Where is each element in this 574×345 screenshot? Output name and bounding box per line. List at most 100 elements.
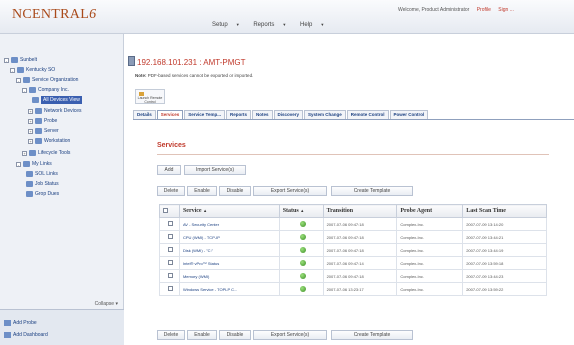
- tree-item-workstation[interactable]: + Workstation: [28, 137, 70, 145]
- probe-agent-cell: Complex-Inc.: [396, 282, 464, 296]
- service-name-link[interactable]: Disk (WMI) - "C:": [178, 243, 280, 257]
- link-icon: [26, 171, 33, 177]
- row-checkbox[interactable]: [168, 234, 174, 239]
- tree-item-grop-dues[interactable]: Grop Dues: [26, 190, 59, 198]
- expand-icon[interactable]: -: [10, 67, 15, 73]
- nav-setup[interactable]: Setup ▼: [212, 22, 246, 28]
- probe-icon: [4, 320, 11, 326]
- tab-system-change[interactable]: System Change: [304, 110, 346, 119]
- collapse-button[interactable]: Collapse ▾: [95, 301, 118, 307]
- expand-icon[interactable]: -: [4, 57, 9, 63]
- table-row[interactable]: Windows Service - TOPLP C... 2007-07-06 …: [159, 282, 547, 296]
- tab-services[interactable]: Services: [156, 110, 184, 119]
- row-checkbox[interactable]: [168, 260, 174, 265]
- tree-item-service-organization[interactable]: - Service Organization: [16, 76, 78, 84]
- service-name-link[interactable]: Memory (WMI): [178, 269, 280, 283]
- services-heading: Services: [157, 142, 186, 149]
- table-row[interactable]: AV - Security Center 2007-07-06 09:47:18…: [159, 217, 547, 231]
- column-last-scan-time[interactable]: Last Scan Time: [462, 204, 547, 218]
- expand-icon[interactable]: +: [28, 128, 33, 134]
- server-icon: [35, 128, 42, 134]
- tab-details[interactable]: Details: [133, 110, 156, 119]
- last-scan-cell: 2007-07-09 13:44:21: [462, 230, 547, 244]
- status-cell: [278, 243, 324, 257]
- tab-service-templates[interactable]: Service Temp...: [184, 110, 225, 119]
- devices-icon: [32, 97, 39, 103]
- probe-agent-cell: Complex-Inc.: [396, 269, 464, 283]
- status-ok-icon: [299, 246, 306, 253]
- status-ok-icon: [299, 285, 306, 292]
- nav-reports[interactable]: Reports ▼: [253, 22, 292, 28]
- expand-icon[interactable]: -: [16, 77, 21, 83]
- sidebar-bottom-panel: Collapse ▾ Add Probe Add Dashboard: [0, 301, 124, 345]
- expand-icon[interactable]: +: [28, 118, 33, 124]
- export-services-button-bottom[interactable]: Export Service(s): [253, 330, 327, 340]
- tree-item-all-devices-view[interactable]: All Devices View: [32, 96, 82, 104]
- expand-icon[interactable]: -: [16, 161, 21, 167]
- server-icon: [128, 56, 135, 66]
- add-button[interactable]: Add: [157, 165, 181, 175]
- expand-icon[interactable]: +: [28, 138, 33, 144]
- main-content: 192.168.101.231 : AMT-PMGT Note: PDF-bas…: [125, 34, 574, 345]
- tree-item-probe[interactable]: + Probe: [28, 117, 57, 125]
- profile-link[interactable]: Profile: [477, 7, 491, 13]
- transition-cell: 2007-07-06 09:47:18: [322, 217, 398, 231]
- expand-icon[interactable]: +: [28, 108, 33, 114]
- tree-item-lifecycle-tools[interactable]: + Lifecycle Tools: [22, 149, 70, 157]
- enable-button-bottom[interactable]: Enable: [187, 330, 217, 340]
- tab-notes[interactable]: Notes: [252, 110, 273, 119]
- expand-icon[interactable]: -: [22, 87, 27, 93]
- select-all-header: [159, 204, 180, 218]
- tree-item-network-devices[interactable]: + Network Devices: [28, 107, 82, 115]
- tree-item-sol-links[interactable]: SOL Links: [26, 170, 58, 178]
- export-services-button[interactable]: Export Service(s): [253, 186, 327, 196]
- service-name-link[interactable]: Windows Service - TOPLP C...: [178, 282, 280, 296]
- tab-reports[interactable]: Reports: [225, 110, 251, 119]
- tab-discovery[interactable]: Discovery: [273, 110, 304, 119]
- add-dashboard-link[interactable]: Add Dashboard: [4, 332, 48, 338]
- delete-button[interactable]: Delete: [157, 186, 185, 196]
- last-scan-cell: 2007-07-09 13:14:20: [462, 217, 547, 231]
- probe-agent-cell: Complex-Inc.: [396, 243, 464, 257]
- row-checkbox[interactable]: [168, 247, 174, 252]
- ncentral-logo[interactable]: NCENTRAL6: [12, 7, 96, 23]
- select-all-checkbox[interactable]: [163, 207, 168, 213]
- tree-item-company-inc[interactable]: - Company Inc.: [22, 86, 69, 94]
- enable-button[interactable]: Enable: [187, 186, 217, 196]
- tree-item-server[interactable]: + Server: [28, 127, 59, 135]
- disable-button[interactable]: Disable: [219, 186, 251, 196]
- table-row[interactable]: Memory (WMI) 2007-07-06 09:47:18 Complex…: [159, 269, 547, 283]
- signout-link[interactable]: Sign ...: [498, 7, 514, 13]
- column-status[interactable]: Status ▲: [278, 204, 324, 218]
- create-template-button[interactable]: Create Template: [331, 186, 413, 196]
- column-service[interactable]: Service ▲: [178, 204, 280, 218]
- add-probe-link[interactable]: Add Probe: [4, 320, 37, 326]
- row-checkbox[interactable]: [168, 286, 174, 291]
- row-checkbox[interactable]: [168, 273, 174, 278]
- column-transition[interactable]: Transition: [322, 204, 398, 218]
- transition-cell: 2007-07-06 09:47:14: [322, 256, 398, 270]
- links-icon: [23, 161, 30, 167]
- disable-button-bottom[interactable]: Disable: [219, 330, 251, 340]
- tree-item-my-links[interactable]: - My Links: [16, 160, 52, 168]
- tree-item-kentucky-so[interactable]: - Kentucky SO: [10, 66, 55, 74]
- launch-remote-control-button[interactable]: Launch Remote Control: [135, 89, 165, 104]
- import-services-button[interactable]: Import Service(s): [184, 165, 246, 175]
- nav-help[interactable]: Help ▼: [300, 22, 330, 28]
- service-name-link[interactable]: CPU (WMI) - TCP-IP: [178, 230, 280, 244]
- service-name-link[interactable]: Intel® vPro™ Status: [178, 256, 280, 270]
- network-icon: [35, 108, 42, 114]
- delete-button-bottom[interactable]: Delete: [157, 330, 185, 340]
- table-row[interactable]: CPU (WMI) - TCP-IP 2007-07-06 09:47:18 C…: [159, 230, 547, 244]
- table-row[interactable]: Disk (WMI) - "C:" 2007-07-06 09:47:18 Co…: [159, 243, 547, 257]
- create-template-button-bottom[interactable]: Create Template: [331, 330, 413, 340]
- tree-item-sunbelt[interactable]: - Sunbelt: [4, 56, 37, 64]
- row-checkbox[interactable]: [168, 221, 174, 226]
- table-row[interactable]: Intel® vPro™ Status 2007-07-06 09:47:14 …: [159, 256, 547, 270]
- service-name-link[interactable]: AV - Security Center: [178, 217, 280, 231]
- expand-icon[interactable]: +: [22, 150, 27, 156]
- tree-item-job-status[interactable]: Job Status: [26, 180, 59, 188]
- tab-remote-control[interactable]: Remote Control: [346, 110, 389, 119]
- column-probe-agent[interactable]: Probe Agent: [396, 204, 464, 218]
- tab-power-control[interactable]: Power Control: [389, 110, 429, 119]
